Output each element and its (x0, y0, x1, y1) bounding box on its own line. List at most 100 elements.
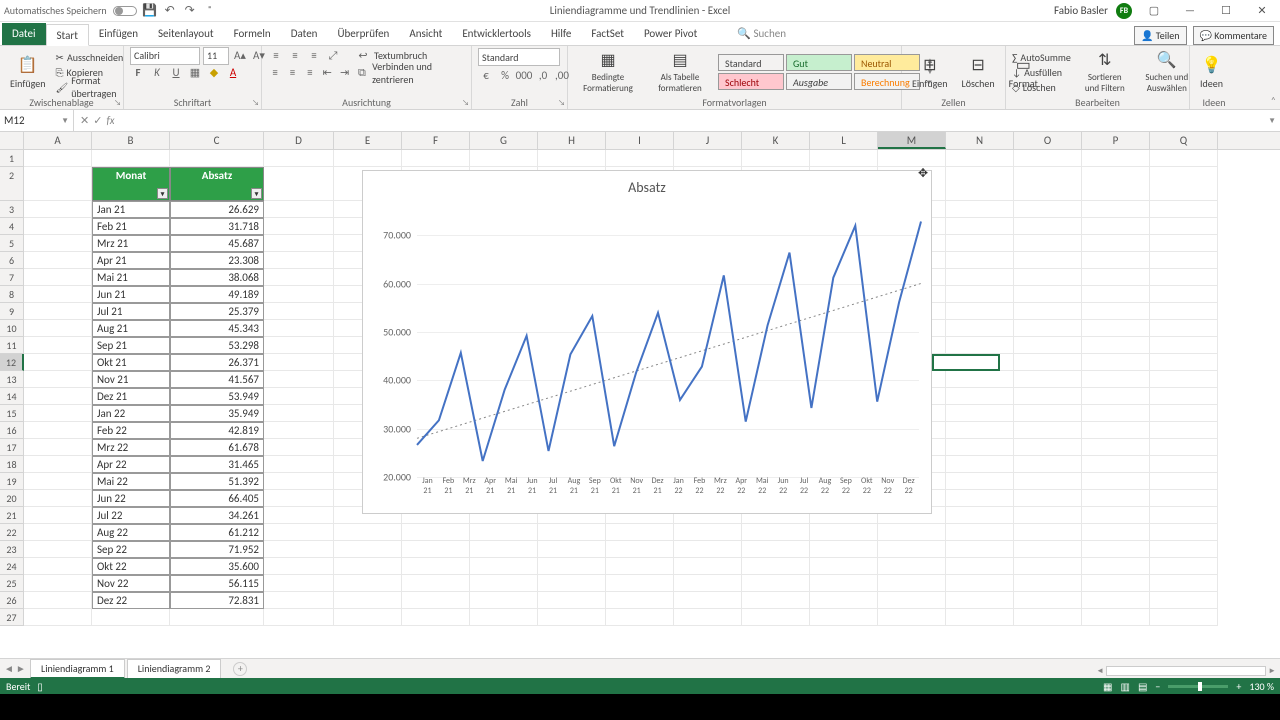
cell[interactable] (92, 150, 170, 167)
cell[interactable]: Jan 22 (92, 405, 170, 422)
tab-überprüfen[interactable]: Überprüfen (327, 23, 399, 45)
cell[interactable]: 51.392 (170, 473, 264, 490)
row-header[interactable]: 15 (0, 405, 24, 422)
cell[interactable] (24, 490, 92, 507)
cell[interactable] (1082, 354, 1150, 371)
tab-entwicklertools[interactable]: Entwicklertools (452, 23, 541, 45)
cell[interactable] (946, 252, 1014, 269)
cell[interactable]: Apr 22 (92, 456, 170, 473)
cell[interactable] (1082, 439, 1150, 456)
cell[interactable] (878, 558, 946, 575)
cell[interactable] (1150, 286, 1218, 303)
cell[interactable] (1014, 252, 1082, 269)
cell[interactable] (946, 371, 1014, 388)
sheet-tab[interactable]: Liniendiagramm 1 (30, 659, 125, 679)
currency-icon[interactable]: € (478, 68, 494, 84)
zoom-out-icon[interactable]: − (1155, 680, 1160, 693)
cell[interactable]: Aug 22 (92, 524, 170, 541)
cell[interactable]: 72.831 (170, 592, 264, 609)
cell[interactable] (1150, 218, 1218, 235)
cell[interactable]: Mrz 21 (92, 235, 170, 252)
cell[interactable] (1082, 371, 1150, 388)
col-header-F[interactable]: F (402, 132, 470, 149)
filter-icon[interactable]: ▾ (251, 188, 262, 199)
cell[interactable]: Feb 21 (92, 218, 170, 235)
cell[interactable] (674, 575, 742, 592)
cell[interactable] (264, 422, 334, 439)
cell[interactable] (1082, 592, 1150, 609)
cell[interactable] (878, 524, 946, 541)
clipboard-launcher-icon[interactable]: ↘ (114, 98, 121, 108)
chart[interactable]: Absatz 20.00030.00040.00050.00060.00070.… (362, 170, 932, 514)
cell[interactable] (264, 439, 334, 456)
cell[interactable] (1014, 201, 1082, 218)
cell[interactable] (1014, 609, 1082, 626)
style-gut[interactable]: Gut (786, 54, 852, 71)
autosum-button[interactable]: ∑ AutoSumme (1012, 50, 1071, 65)
cell[interactable] (1150, 507, 1218, 524)
align-right-icon[interactable]: ≡ (303, 65, 317, 81)
cell[interactable] (810, 150, 878, 167)
zoom-slider[interactable] (1168, 685, 1228, 688)
cell[interactable] (1150, 592, 1218, 609)
row-header[interactable]: 17 (0, 439, 24, 456)
cell[interactable] (402, 541, 470, 558)
row-header[interactable]: 7 (0, 269, 24, 286)
cell[interactable] (1014, 388, 1082, 405)
cell[interactable] (674, 592, 742, 609)
cancel-formula-icon[interactable]: ✕ (80, 114, 89, 127)
cell[interactable] (946, 575, 1014, 592)
fx-icon[interactable]: fx (106, 114, 114, 127)
cell[interactable]: 31.718 (170, 218, 264, 235)
hscrollbar[interactable] (1106, 666, 1266, 676)
cell[interactable] (1150, 388, 1218, 405)
cell[interactable] (1082, 507, 1150, 524)
cell[interactable] (24, 201, 92, 218)
cell[interactable]: Nov 22 (92, 575, 170, 592)
cell[interactable]: Jun 21 (92, 286, 170, 303)
cell[interactable]: 42.819 (170, 422, 264, 439)
view-normal-icon[interactable]: ▦ (1103, 680, 1112, 693)
cell[interactable] (1082, 422, 1150, 439)
cell[interactable] (470, 541, 538, 558)
view-page-icon[interactable]: ▥ (1121, 680, 1130, 693)
cell[interactable] (24, 286, 92, 303)
autosave-toggle[interactable] (113, 6, 137, 16)
cell[interactable] (1150, 303, 1218, 320)
cell[interactable] (264, 303, 334, 320)
cell[interactable] (264, 218, 334, 235)
cell[interactable] (1082, 524, 1150, 541)
filter-icon[interactable]: ▾ (157, 188, 168, 199)
col-header-Q[interactable]: Q (1150, 132, 1218, 149)
row-header[interactable]: 4 (0, 218, 24, 235)
cell[interactable] (946, 609, 1014, 626)
col-header-D[interactable]: D (264, 132, 334, 149)
cell[interactable] (24, 269, 92, 286)
style-ausgabe[interactable]: Ausgabe (786, 73, 852, 90)
cell[interactable] (1014, 422, 1082, 439)
cell[interactable] (402, 558, 470, 575)
cell[interactable]: 35.600 (170, 558, 264, 575)
redo-icon[interactable]: ↷ (183, 4, 197, 18)
sheet-tab[interactable]: Liniendiagramm 2 (127, 659, 222, 679)
cell[interactable] (946, 541, 1014, 558)
row-header[interactable]: 5 (0, 235, 24, 252)
col-header-C[interactable]: C (170, 132, 264, 149)
cell[interactable] (810, 609, 878, 626)
cell[interactable] (1082, 541, 1150, 558)
ribbon-mode-icon[interactable]: ▢ (1140, 2, 1168, 20)
cell[interactable] (1150, 541, 1218, 558)
insert-cells-button[interactable]: ⊞Einfügen (908, 53, 952, 92)
cell[interactable] (606, 558, 674, 575)
cell[interactable] (1082, 150, 1150, 167)
cell[interactable] (1014, 473, 1082, 490)
cell[interactable] (264, 558, 334, 575)
cell[interactable] (1014, 337, 1082, 354)
cell[interactable] (878, 592, 946, 609)
grow-font-icon[interactable]: A▴ (232, 48, 248, 64)
cell[interactable]: 61.212 (170, 524, 264, 541)
cell[interactable] (264, 456, 334, 473)
row-header[interactable]: 12 (0, 354, 24, 371)
row-header[interactable]: 1 (0, 150, 24, 167)
orientation-icon[interactable]: ⤢ (325, 48, 341, 64)
